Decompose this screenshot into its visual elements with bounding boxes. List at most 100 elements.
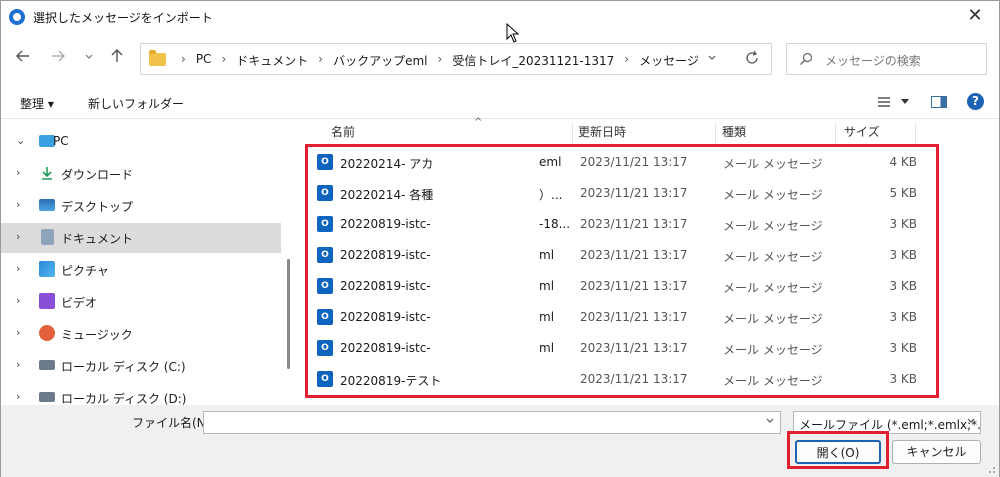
music-icon [39,325,55,341]
new-folder-button[interactable]: 新しいフォルダー [88,95,184,112]
file-row[interactable]: O 20220819-istc-ml 2023/11/21 13:17 メール メッセ… [307,240,937,271]
sidebar-item-documents[interactable]: › ドキュメント [1,223,281,253]
file-row[interactable]: O 20220819-istc-ml 2023/11/21 13:17 メール メッセ… [307,271,937,302]
file-modified: 2023/11/21 13:17 [580,372,688,386]
mouse-cursor-icon [506,23,520,43]
chevron-right-icon[interactable]: › [16,198,20,211]
file-row[interactable]: O 20220819-istc- -18... 2023/11/21 13:17 メール… [307,209,937,240]
close-icon[interactable]: ✕ [965,6,985,26]
organize-button[interactable]: 整理 ▾ [20,95,54,112]
back-button[interactable] [11,47,35,71]
forward-button[interactable] [46,47,70,71]
sidebar-item-videos[interactable]: › ビデオ [1,287,281,317]
sidebar-item-music[interactable]: › ミュージック [1,319,281,349]
resize-grip-icon[interactable] [986,464,996,474]
breadcrumb-item-pc[interactable]: PC [196,52,212,69]
file-row[interactable]: O 20220819-istc-ml 2023/11/21 13:17 メール メッセ… [307,333,937,364]
chevron-right-icon[interactable]: › [16,230,20,243]
file-size: 3 KB [889,279,917,293]
column-header-label: 更新日時 [578,125,627,139]
column-header-label: 名前 [331,125,356,139]
file-row[interactable]: O 20220214- アカ eml 2023/11/21 13:17 メール メッセー… [307,147,937,178]
file-name-tail: eml [539,155,562,169]
file-modified: 2023/11/21 13:17 [580,310,688,324]
file-name: 20220819-istc- [340,341,431,355]
navigation-scrollbar[interactable] [287,259,290,369]
breadcrumb-item-inbox[interactable]: 受信トレイ_20231121-1317 [452,52,614,69]
file-type: メール メッセージ [723,219,823,233]
chevron-right-icon[interactable]: › [16,166,20,179]
breadcrumb-item-documents[interactable]: ドキュメント [236,52,308,69]
breadcrumb-item-messages[interactable]: メッセージ [639,52,699,69]
file-name: 20220819-istc- [340,310,431,324]
file-modified: 2023/11/21 13:17 [580,217,688,231]
outlook-mail-icon: O [317,371,333,387]
file-type: メール メッセージ [723,157,823,171]
sort-ascending-icon: ^ [474,117,483,128]
thunderbird-icon [9,9,25,25]
document-icon [41,229,54,245]
column-header-name[interactable]: ^ 名前 [331,117,573,145]
sidebar-item-pc[interactable]: ⌄ PC [1,127,281,157]
column-header-type[interactable]: 種類 [722,123,836,145]
chevron-right-icon[interactable]: › [624,52,629,69]
recent-locations-button[interactable] [77,47,101,71]
cancel-button[interactable]: キャンセル [892,440,981,464]
file-row[interactable]: O 20220819-istc-ml 2023/11/21 13:17 メール メッセ… [307,302,937,333]
search-placeholder: メッセージの検索 [825,54,921,68]
sidebar-item-label: ローカル ディスク (C:) [61,360,186,374]
chevron-right-icon[interactable]: › [16,326,20,339]
address-bar[interactable]: › PC › ドキュメント › バックアップeml › 受信トレイ_202311… [140,43,772,75]
sidebar-item-desktop[interactable]: › デスクトップ [1,191,281,221]
file-row[interactable]: O 20220819-テスト 2023/11/21 13:17 メール メッセージ 3 … [307,364,937,395]
view-options-icon[interactable] [877,96,891,108]
file-name-tail: -18... [539,217,571,231]
chevron-right-icon[interactable]: › [16,262,20,275]
outlook-mail-icon: O [317,154,333,170]
file-modified: 2023/11/21 13:17 [580,186,688,200]
sidebar-item-drive-d[interactable]: › ローカル ディスク (D:) [1,383,281,405]
up-button[interactable] [105,47,129,71]
sidebar-item-label: デスクトップ [61,200,134,214]
file-size: 3 KB [889,248,917,262]
preview-pane-icon[interactable] [931,96,947,108]
toolbar: 整理 ▾ 新しいフォルダー ? [1,85,999,119]
chevron-down-icon[interactable] [966,415,976,428]
drive-icon [39,392,55,402]
sidebar-item-pictures[interactable]: › ピクチャ [1,255,281,285]
column-header-size[interactable]: サイズ [844,123,916,145]
file-type-select[interactable]: メールファイル (*.eml;*.emlx;*.nws) [793,411,981,434]
help-icon[interactable]: ? [967,93,984,110]
chevron-right-icon[interactable]: › [438,52,443,69]
breadcrumb: › PC › ドキュメント › バックアップeml › 受信トレイ_202311… [171,52,699,69]
breadcrumb-item-backup[interactable]: バックアップeml [333,52,427,69]
chevron-right-icon[interactable]: › [16,390,20,403]
refresh-icon[interactable] [744,50,760,70]
arrow-right-icon [52,50,65,62]
chevron-down-icon[interactable] [765,415,775,428]
chevron-right-icon[interactable]: › [16,358,20,371]
search-input[interactable]: メッセージの検索 [786,43,987,75]
sidebar-item-downloads[interactable]: › ダウンロード [1,159,281,189]
chevron-right-icon[interactable]: › [318,52,323,69]
arrow-left-icon [16,50,29,62]
chevron-right-icon[interactable]: › [221,52,226,69]
chevron-right-icon[interactable]: › [16,294,20,307]
filename-input[interactable] [203,411,781,434]
address-history-chevron-icon[interactable] [707,52,717,65]
video-icon [39,293,55,309]
dialog-footer: ファイル名(N): メールファイル (*.eml;*.emlx;*.nws) 開… [1,405,999,477]
import-dialog: 選択したメッセージをインポート ✕ › PC › ドキュメント › バックアップ… [0,0,1000,477]
file-type: メール メッセージ [723,312,823,326]
arrow-up-icon [111,49,123,62]
file-type: メール メッセージ [723,250,823,264]
file-row[interactable]: O 20220214- 各種 ）... 2023/11/21 13:17 メール メッセ… [307,178,937,209]
outlook-mail-icon: O [317,216,333,232]
sidebar-item-drive-c[interactable]: › ローカル ディスク (C:) [1,351,281,381]
sidebar-item-label: ローカル ディスク (D:) [61,392,187,405]
file-list: ^ 名前 更新日時 種類 サイズ O 20220214- アカ eml 2023/11… [297,117,999,405]
column-header-modified[interactable]: 更新日時 [578,123,716,145]
chevron-down-icon[interactable]: ⌄ [16,134,25,147]
open-button[interactable]: 開く(O) [795,440,881,464]
view-dropdown-chevron-icon[interactable] [901,99,909,105]
